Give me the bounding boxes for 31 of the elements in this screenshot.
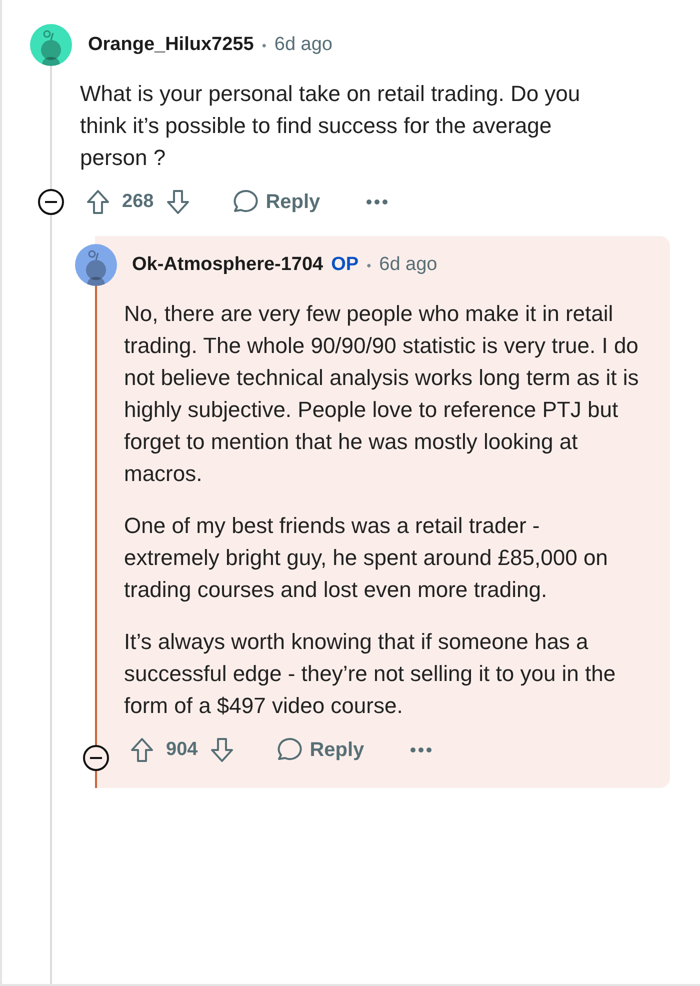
upvote-button[interactable]: [86, 189, 110, 215]
username[interactable]: Orange_Hilux7255: [88, 34, 254, 56]
collapse-button[interactable]: [83, 745, 109, 771]
separator: •: [262, 38, 266, 52]
reply-button[interactable]: Reply: [274, 737, 364, 763]
timestamp: 6d ago: [274, 34, 332, 56]
minus-icon: [90, 757, 102, 759]
username[interactable]: Ok-Atmosphere-1704: [132, 254, 324, 276]
comment-text: One of my best friends was a retail trader - extremely bright guy, he spent around £85,000 on trading courses and lost even more trading.: [124, 512, 609, 604]
minus-icon: [45, 201, 57, 203]
timestamp: 6d ago: [379, 254, 438, 276]
more-options-button[interactable]: [410, 747, 432, 753]
comment-text: It’s always worth knowing that if someone has a successful edge - they’re not selling it to you in the form of a $497 video course.: [124, 628, 617, 720]
reply-button[interactable]: Reply: [230, 189, 320, 215]
vote-count: 268: [122, 191, 154, 213]
ellipsis-icon: [410, 747, 432, 753]
downvote-button[interactable]: [166, 189, 190, 215]
collapse-button[interactable]: [38, 189, 64, 215]
downvote-icon: [210, 737, 234, 763]
op-label: OP: [331, 254, 359, 276]
vote-count: 904: [166, 739, 198, 761]
upvote-icon: [130, 737, 154, 763]
downvote-button[interactable]: [210, 737, 234, 763]
comment-text: No, there are very few people who make it in retail trading. The whole 90/90/90 statistic is very true. I do not believe technical analysis works long term as it is highly subjective. People love to reference PTJ but forget to mention that he was mostly looking at macros.: [124, 300, 640, 488]
comment-text: What is your personal take on retail trading. Do you think it’s possible to find success for the average person ?: [80, 80, 582, 172]
upvote-button[interactable]: [130, 737, 154, 763]
ellipsis-icon: [366, 199, 388, 205]
more-options-button[interactable]: [366, 199, 388, 205]
upvote-icon: [86, 189, 110, 215]
downvote-icon: [166, 189, 190, 215]
separator: •: [366, 258, 372, 272]
